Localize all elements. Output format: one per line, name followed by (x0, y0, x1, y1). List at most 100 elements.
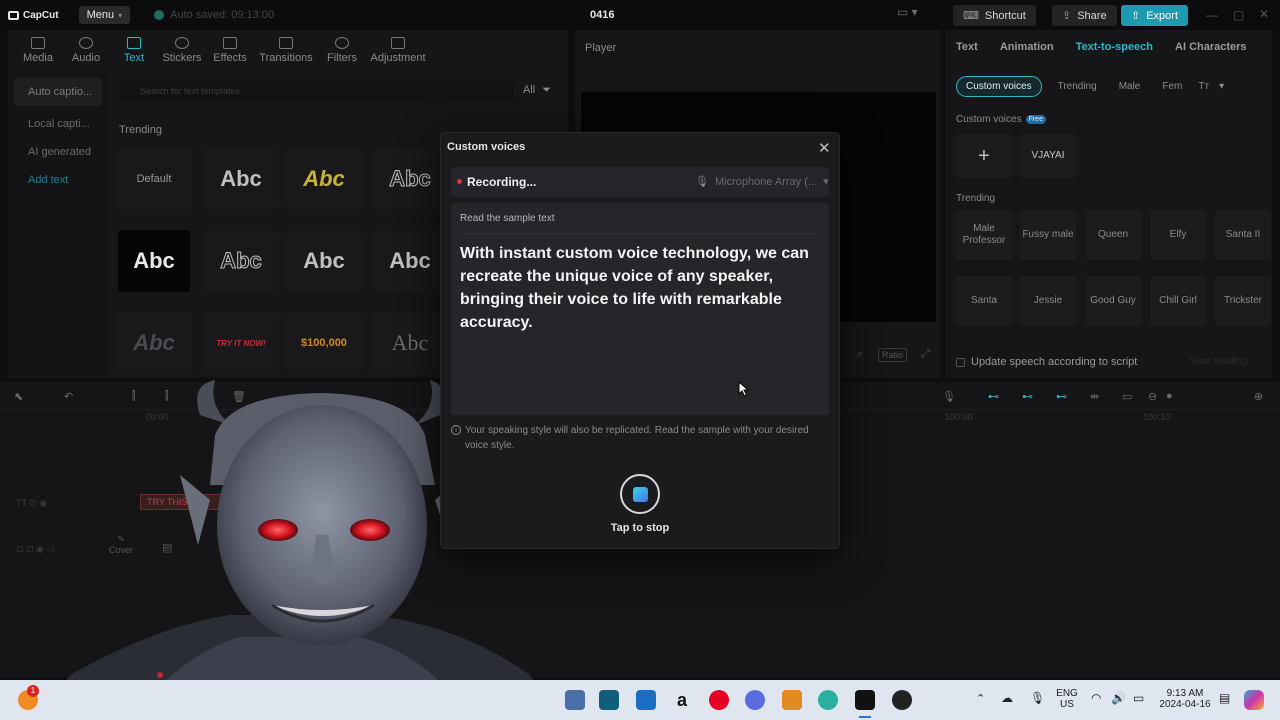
tab-text[interactable]: Text (956, 41, 978, 53)
tab-text-to-speech[interactable]: Text-to-speech (1076, 41, 1153, 53)
outlook-icon[interactable] (636, 690, 656, 710)
notification-icon[interactable]: ▤ (1219, 691, 1230, 705)
template-card[interactable]: Abc (286, 148, 362, 210)
pinterest-icon[interactable] (709, 690, 729, 710)
app-icon[interactable] (782, 690, 802, 710)
browser-icon[interactable] (818, 690, 838, 710)
voice-card[interactable]: Jessie (1020, 276, 1076, 326)
sidebar-item-auto-captions[interactable]: Auto captio... (14, 78, 102, 106)
voice-card-custom[interactable]: VJAYAI (1020, 134, 1076, 178)
export-button[interactable]: ⇧ Export (1121, 5, 1189, 26)
onedrive-icon[interactable]: ☁ (1001, 691, 1013, 705)
microphone-label: Microphone Array (... (714, 175, 818, 188)
layout-icon[interactable]: ▭ ▾ (897, 5, 918, 19)
tab-ai-characters[interactable]: AI Characters (1175, 41, 1247, 53)
ratio-button[interactable]: Ratio (878, 348, 908, 362)
caption-icon[interactable]: ▭ (1122, 390, 1134, 403)
link-icon[interactable]: ⊷ (988, 390, 1000, 403)
microphone-select[interactable]: 🎙 Microphone Array (... ▾ (695, 175, 829, 189)
voice-card[interactable]: Elfy (1150, 210, 1206, 260)
minimize-icon[interactable]: — (1206, 8, 1218, 22)
checkbox[interactable] (956, 357, 965, 367)
tool-stickers[interactable]: Stickers (158, 30, 206, 70)
maximize-icon[interactable]: ▢ (1233, 8, 1244, 22)
template-card[interactable]: $100,000 (286, 312, 362, 374)
update-speech-toggle[interactable]: Update speech according to script (956, 356, 1137, 368)
fullscreen-icon[interactable]: ⤢ (921, 348, 930, 361)
sidebar-item-ai-generated[interactable]: AI generated (8, 138, 108, 166)
clock[interactable]: 9:13 AM 2024-04-16 (1152, 688, 1218, 710)
template-card[interactable]: Abc (116, 312, 192, 374)
share-button[interactable]: ⇪ Share (1052, 5, 1117, 26)
amazon-icon[interactable]: a (672, 690, 692, 710)
sidebar-item-local-captions[interactable]: Local capti... (8, 110, 108, 138)
template-card[interactable]: Abc (372, 312, 448, 374)
tool-text[interactable]: Text (110, 30, 158, 70)
custom-voices-dialog: Custom voices ✕ Recording... 🎙 Microphon… (441, 133, 839, 548)
zoom-out-icon[interactable]: ⊖ (1148, 390, 1160, 403)
tool-adjustment[interactable]: Adjustment (366, 30, 430, 70)
tab-animation[interactable]: Animation (1000, 41, 1054, 53)
tool-filters[interactable]: Filters (318, 30, 366, 70)
voice-card[interactable]: Trickster (1215, 276, 1271, 326)
tool-audio[interactable]: Audio (62, 30, 110, 70)
add-track-icon[interactable]: ⊕ (1254, 390, 1266, 403)
volume-icon[interactable]: 🔊 (1111, 691, 1126, 705)
subtab-trending[interactable]: Trending (1052, 77, 1103, 96)
voice-card[interactable]: Male Professor (956, 210, 1012, 260)
subtab-female[interactable]: Fem (1156, 77, 1188, 96)
template-default[interactable]: Default (116, 148, 192, 210)
tool-media[interactable]: Media (14, 30, 62, 70)
magnet-icon[interactable]: ⊷ (1022, 390, 1034, 403)
voice-card[interactable]: Queen (1085, 210, 1141, 260)
filter-dropdown[interactable]: All ⏷ (523, 84, 551, 97)
project-title[interactable]: 0416 (590, 9, 614, 21)
template-card[interactable]: Abc (286, 230, 362, 292)
microphone-icon[interactable]: 🎙 (942, 390, 956, 403)
copilot-icon[interactable] (1244, 690, 1264, 710)
preview-axis-icon[interactable]: ⇹ (1090, 390, 1102, 403)
menu-button[interactable]: Menu ▾ (78, 6, 131, 24)
snap-icon[interactable]: ⊷ (1056, 390, 1068, 403)
sidebar-item-add-text[interactable]: Add text (8, 166, 108, 194)
language-indicator[interactable]: ENG US (1056, 688, 1078, 710)
free-badge: Free (1025, 115, 1046, 124)
template-card[interactable]: Abc (203, 230, 279, 292)
subtab-male[interactable]: Male (1113, 77, 1147, 96)
select-cursor-icon[interactable]: ⬉ (14, 390, 26, 403)
zoom-fit-icon[interactable]: ⌕ (857, 348, 863, 361)
close-window-icon[interactable]: ✕ (1259, 7, 1269, 21)
translate-icon[interactable]: Tт (1198, 81, 1209, 92)
app-icon[interactable] (565, 690, 585, 710)
voice-card[interactable]: Fussy male (1020, 210, 1076, 260)
tool-effects[interactable]: Effects (206, 30, 254, 70)
app-icon[interactable] (745, 690, 765, 710)
capcut-taskbar-icon[interactable] (855, 690, 875, 710)
hint-text: Your speaking style will also be replica… (465, 425, 809, 451)
tray-chevron-icon[interactable]: ⌃ (976, 692, 985, 705)
subtab-custom-voices[interactable]: Custom voices (956, 76, 1042, 97)
close-icon[interactable]: ✕ (818, 139, 831, 157)
template-search-input[interactable]: Search for text templates (120, 80, 514, 102)
wifi-icon[interactable]: ◠ (1091, 691, 1101, 705)
voice-card[interactable]: Good Guy (1085, 276, 1141, 326)
voice-card[interactable]: Santa (956, 276, 1012, 326)
app-icon[interactable] (892, 690, 912, 710)
shortcut-button[interactable]: ⌨ Shortcut (953, 5, 1036, 26)
zoom-slider[interactable]: ● (1166, 390, 1178, 402)
tool-transitions[interactable]: Transitions (254, 30, 318, 70)
microphone-icon[interactable]: 🎙 (1030, 691, 1045, 705)
template-card[interactable]: Abc (203, 148, 279, 210)
chevron-down-icon[interactable]: ▾ (1219, 81, 1224, 92)
voice-card[interactable]: Chill Girl (1150, 276, 1206, 326)
template-card[interactable]: Abc (372, 230, 448, 292)
stop-recording-button[interactable] (620, 474, 660, 514)
template-card[interactable]: Abc (372, 148, 448, 210)
template-card[interactable]: Abc (118, 230, 190, 292)
app-icon[interactable] (599, 690, 619, 710)
voice-card[interactable]: Santa II (1215, 210, 1271, 260)
start-reading-button[interactable]: Start reading (1190, 356, 1247, 367)
template-card[interactable]: TRY IT NOW! (203, 312, 279, 374)
add-voice-button[interactable]: + (956, 134, 1012, 178)
battery-icon[interactable]: ▭ (1133, 691, 1144, 705)
